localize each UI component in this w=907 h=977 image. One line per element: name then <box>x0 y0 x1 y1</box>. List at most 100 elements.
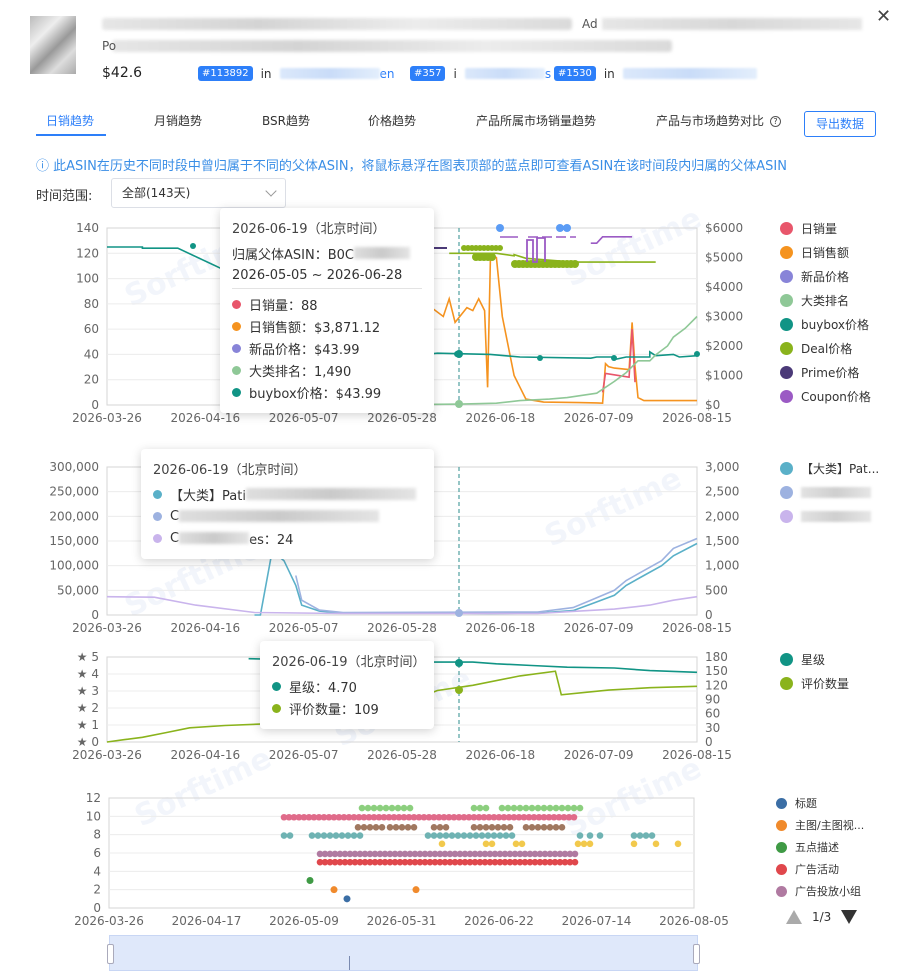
x-tick-label: 2026-05-07 <box>269 748 339 762</box>
legend-dot <box>780 389 793 403</box>
event-dot <box>454 832 462 839</box>
event-dot <box>498 804 506 812</box>
event-dot <box>360 824 368 831</box>
pager-prev-icon[interactable] <box>786 910 802 924</box>
series-line <box>106 595 698 615</box>
y-tick-label: ★ 5 <box>77 650 99 664</box>
series-line <box>401 315 698 406</box>
event-dot <box>546 804 554 812</box>
legend-item-ad-campaign[interactable]: 广告活动 <box>776 858 864 880</box>
y-tick-label: 250,000 <box>49 485 99 499</box>
event-dot <box>354 824 362 831</box>
x-tick-label: 2026-05-28 <box>367 411 437 425</box>
legend-item-category[interactable]: 【大类】Pat... <box>780 456 879 480</box>
zoom-handle-left[interactable] <box>107 944 114 964</box>
legend-item-prime[interactable]: Prime价格 <box>780 360 871 384</box>
pager-next-icon[interactable] <box>841 910 858 924</box>
y2-tick-label: 500 <box>705 583 728 597</box>
event-dot <box>370 804 378 812</box>
legend-label: Deal价格 <box>801 341 853 356</box>
event-dot <box>320 832 328 839</box>
event-dot <box>438 840 446 848</box>
y-tick-label: 150,000 <box>49 534 99 548</box>
event-dot <box>574 840 582 848</box>
event-dot <box>504 804 512 812</box>
event-dot <box>286 832 294 839</box>
event-dot <box>674 840 682 848</box>
legend-item-title[interactable]: 标题 <box>776 792 864 814</box>
hover-point <box>455 350 463 358</box>
legend-item-revenue[interactable]: 日销售额 <box>780 240 871 264</box>
y2-tick-label: $4000 <box>705 280 743 294</box>
legend-dot <box>780 461 793 475</box>
event-dot <box>552 824 560 831</box>
event-dot <box>564 804 572 812</box>
event-dot <box>412 886 420 894</box>
legend-item-rank[interactable]: 大类排名 <box>780 288 871 312</box>
legend-label: 日销量 <box>801 221 838 236</box>
chart1-legend: 日销量 日销售额 新品价格 大类排名 buybox价格 Deal价格 Prime… <box>780 216 871 408</box>
legend-item-reviews[interactable]: 评价数量 <box>780 671 849 695</box>
pager-label: 1/3 <box>812 910 832 924</box>
y2-tick-label: $6000 <box>705 221 743 235</box>
tooltip-row: 日销量：88 <box>232 293 422 315</box>
y-tick-label: 0 <box>91 608 99 622</box>
legend-item-bullets[interactable]: 五点描述 <box>776 836 864 858</box>
legend-item-deal[interactable]: Deal价格 <box>780 336 871 360</box>
zoom-slider[interactable] <box>107 935 700 971</box>
legend-item-ad-group[interactable]: 广告投放小组 <box>776 880 864 902</box>
event-dot <box>528 824 536 831</box>
event-dot <box>466 832 474 839</box>
y-tick-label: 50,000 <box>57 583 99 597</box>
legend-item-sales[interactable]: 日销量 <box>780 216 871 240</box>
legend-item-sub-2[interactable] <box>780 504 879 528</box>
y-tick-label: ★ 4 <box>77 667 99 681</box>
tooltip-period: 2026-05-05 ~ 2026-06-28 <box>232 267 403 283</box>
y-tick-label: ★ 0 <box>77 735 99 749</box>
event-dot <box>576 832 584 839</box>
event-dot <box>596 832 604 839</box>
y-tick-label: 10 <box>86 809 101 823</box>
buybox-point <box>694 351 700 357</box>
buybox-point <box>537 355 543 361</box>
event-dot <box>648 832 656 839</box>
zoom-handle-right[interactable] <box>693 944 700 964</box>
x-tick-label: 2026-07-09 <box>564 748 634 762</box>
legend-item-sub-1[interactable] <box>780 480 879 504</box>
legend-label: 大类排名 <box>801 293 850 308</box>
event-dot <box>326 832 334 839</box>
y-tick-label: 100 <box>76 272 99 286</box>
legend-item-new-price[interactable]: 新品价格 <box>780 264 871 288</box>
x-tick-label: 2026-06-18 <box>465 411 535 425</box>
y-tick-label: 60 <box>84 322 99 336</box>
legend-item-buybox[interactable]: buybox价格 <box>780 312 871 336</box>
x-tick-label: 2026-05-28 <box>367 748 437 762</box>
trend-charts[interactable]: 140120100806040200$6000$5000$4000$3000$2… <box>0 0 907 977</box>
event-dot <box>642 832 650 839</box>
x-tick-label: 2026-04-16 <box>170 748 240 762</box>
x-tick-label: 2026-08-15 <box>662 621 732 635</box>
event-dot <box>332 832 340 839</box>
event-dot <box>506 824 514 831</box>
hover-point <box>455 686 463 694</box>
event-dot <box>571 858 579 866</box>
y-tick-label: ★ 2 <box>77 701 99 715</box>
y2-tick-label: $3000 <box>705 310 743 324</box>
y2-tick-label: 2,500 <box>705 485 739 499</box>
event-dot <box>424 832 432 839</box>
legend-item-coupon[interactable]: Coupon价格 <box>780 384 871 408</box>
event-dot <box>586 832 594 839</box>
y-tick-label: ★ 3 <box>77 684 99 698</box>
x-tick-label: 2026-03-26 <box>74 914 144 928</box>
event-dot <box>364 804 372 812</box>
event-dot <box>366 824 374 831</box>
x-tick-label: 2026-05-07 <box>269 411 339 425</box>
event-dot <box>442 824 450 831</box>
hover-point <box>455 609 463 617</box>
y-tick-label: 6 <box>93 846 101 860</box>
legend-item-main-image[interactable]: 主图/主图视... <box>776 814 864 836</box>
x-tick-label: 2026-07-14 <box>562 914 632 928</box>
chart3-legend: 星级 评价数量 <box>780 647 849 695</box>
legend-item-star[interactable]: 星级 <box>780 647 849 671</box>
legend-dot <box>780 221 793 235</box>
